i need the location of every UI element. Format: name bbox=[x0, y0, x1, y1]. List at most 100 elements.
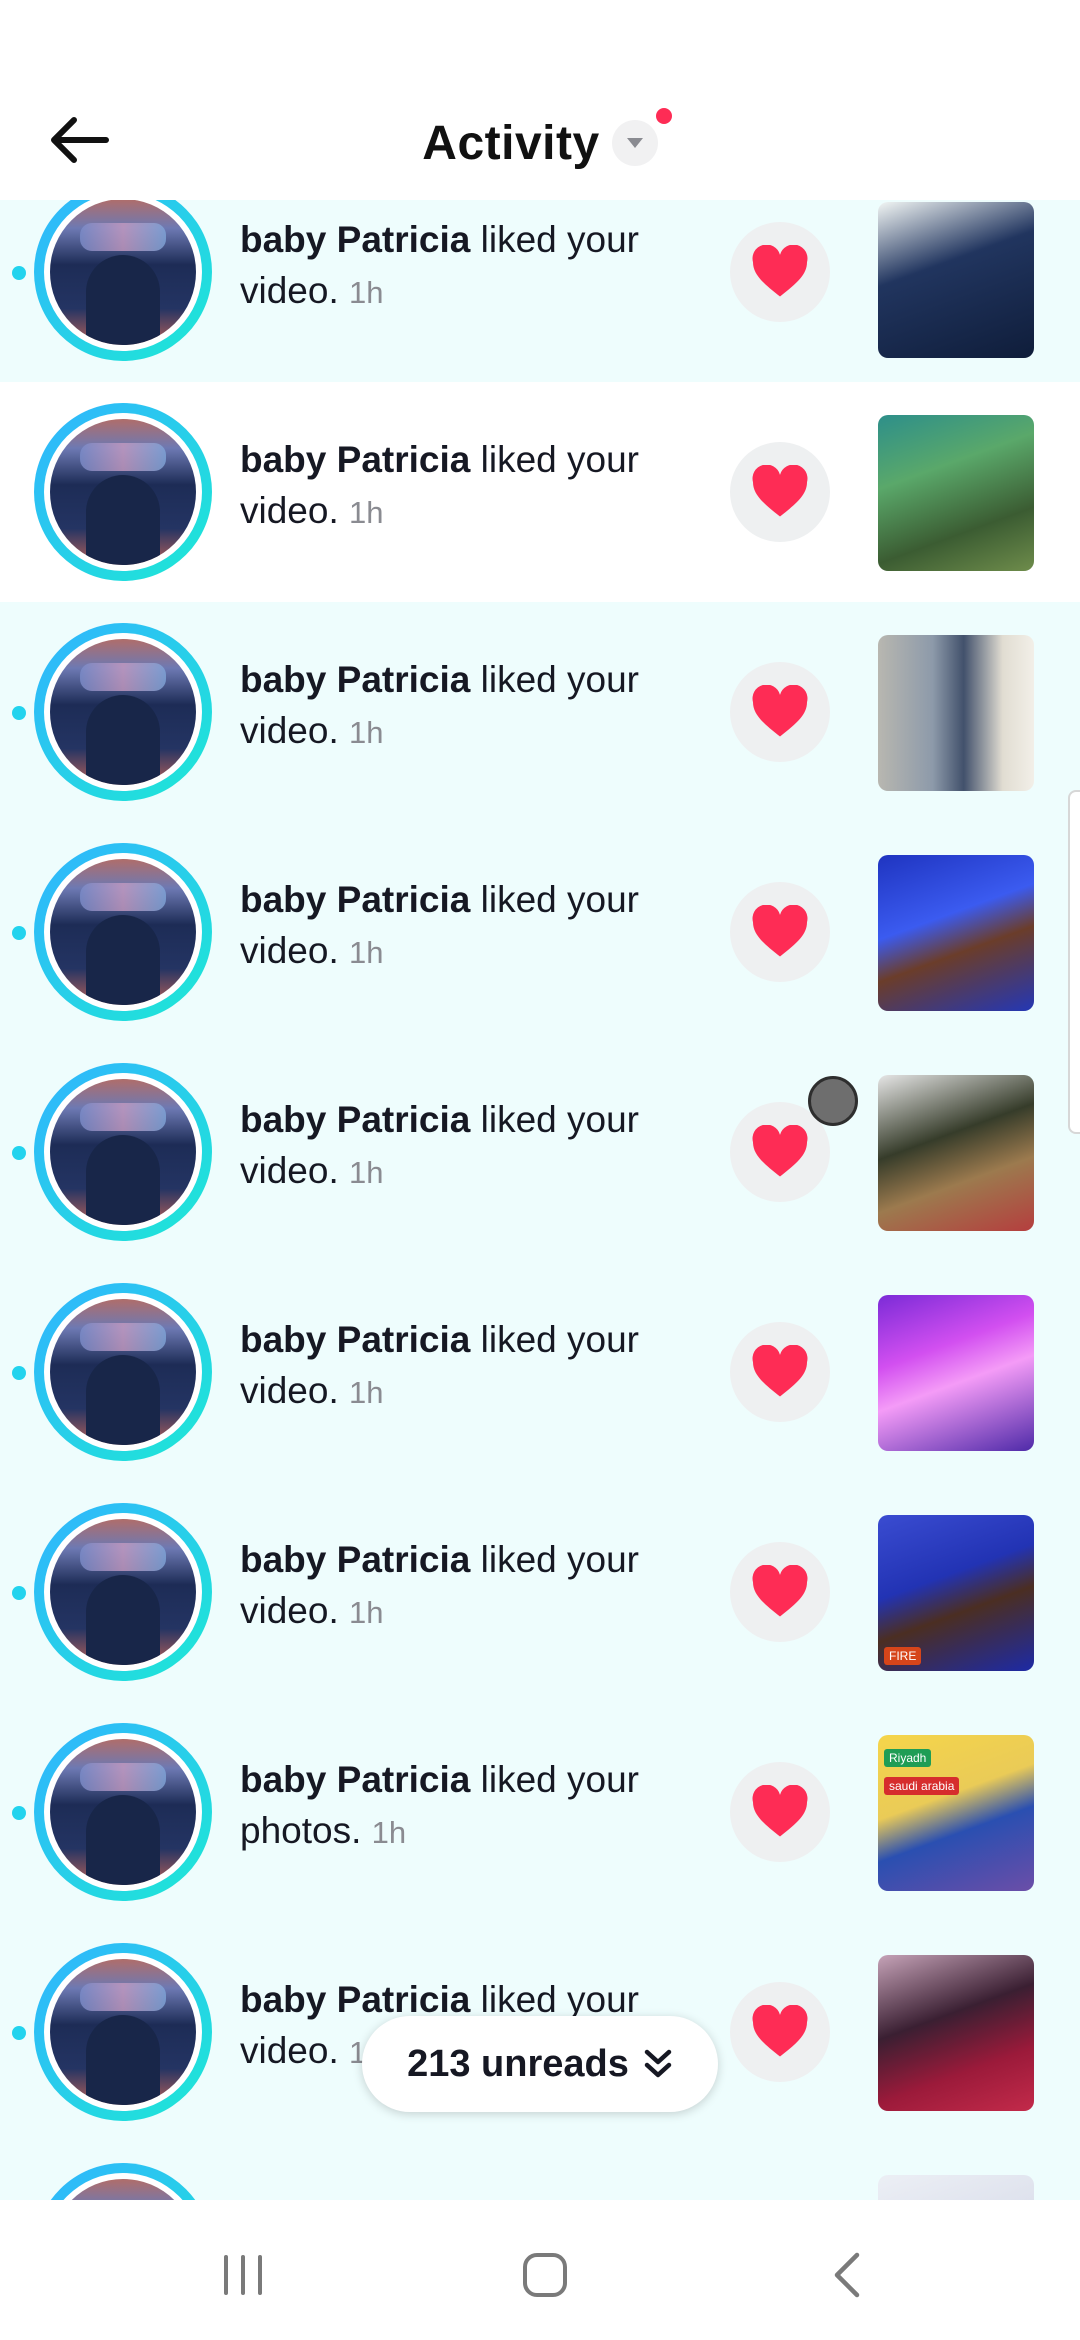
photo-thumbnail[interactable]: Riyadh saudi arabia bbox=[878, 1735, 1034, 1891]
username[interactable]: baby Patricia bbox=[240, 1759, 470, 1800]
list-item[interactable]: baby Patricia liked your video. 1h FIRE bbox=[0, 1482, 1080, 1702]
timestamp: 1h bbox=[349, 1595, 384, 1630]
video-thumbnail[interactable] bbox=[878, 202, 1034, 358]
notification-text: baby Patricia liked your video. 1h bbox=[240, 654, 680, 758]
avatar[interactable] bbox=[34, 1723, 212, 1901]
object-text: video. bbox=[240, 1150, 339, 1191]
avatar[interactable] bbox=[34, 1283, 212, 1461]
video-thumbnail[interactable] bbox=[878, 1295, 1034, 1451]
action-text: liked your bbox=[480, 1979, 639, 2020]
unreads-jump-button[interactable]: 213 unreads bbox=[362, 2016, 718, 2112]
username[interactable]: baby Patricia bbox=[240, 879, 470, 920]
action-text: liked your bbox=[480, 219, 639, 260]
touch-indicator bbox=[808, 1076, 858, 1126]
timestamp: 1h bbox=[349, 275, 384, 310]
list-item[interactable]: baby Patricia liked your photos. 1h Riya… bbox=[0, 1702, 1080, 1922]
object-text: photos. bbox=[240, 1810, 362, 1851]
timestamp: 1h bbox=[349, 1375, 384, 1410]
home-button[interactable] bbox=[500, 2245, 590, 2305]
like-back-button[interactable] bbox=[730, 882, 830, 982]
video-thumbnail[interactable] bbox=[878, 1075, 1034, 1231]
unread-indicator bbox=[12, 926, 26, 940]
like-back-button[interactable] bbox=[730, 662, 830, 762]
activity-filter-dropdown[interactable] bbox=[611, 108, 672, 166]
home-icon bbox=[523, 2253, 567, 2297]
avatar[interactable] bbox=[34, 843, 212, 1021]
avatar[interactable] bbox=[34, 403, 212, 581]
notification-text: baby Patricia liked your video. 1h bbox=[240, 874, 680, 978]
object-text: video. bbox=[240, 1590, 339, 1631]
notification-text: baby Patricia liked your video. 1h bbox=[240, 214, 680, 318]
action-text: liked your bbox=[480, 1539, 639, 1580]
avatar[interactable] bbox=[34, 1943, 212, 2121]
avatar[interactable] bbox=[34, 623, 212, 801]
timestamp: 1h bbox=[349, 1155, 384, 1190]
thumbnail-caption: FIRE bbox=[884, 1647, 922, 1665]
username[interactable]: baby Patricia bbox=[240, 1319, 470, 1360]
page-title[interactable]: Activity bbox=[422, 116, 599, 171]
notification-text: baby Patricia liked your video. 1h bbox=[240, 434, 680, 538]
timestamp: 1h bbox=[371, 1815, 407, 1850]
avatar[interactable] bbox=[34, 1503, 212, 1681]
action-text: liked your bbox=[480, 439, 639, 480]
avatar[interactable] bbox=[34, 200, 212, 361]
list-item[interactable]: baby Patricia liked your video. 1h bbox=[0, 1042, 1080, 1262]
heart-icon bbox=[752, 1565, 808, 1617]
list-item[interactable] bbox=[0, 2142, 1080, 2200]
username[interactable]: baby Patricia bbox=[240, 1539, 470, 1580]
unread-indicator bbox=[12, 2026, 26, 2040]
username[interactable]: baby Patricia bbox=[240, 659, 470, 700]
list-item[interactable]: baby Patricia liked your video. 1h bbox=[0, 382, 1080, 602]
like-back-button[interactable] bbox=[730, 1762, 830, 1862]
like-back-button[interactable] bbox=[730, 1982, 830, 2082]
notification-dot bbox=[655, 108, 672, 124]
action-text: liked your bbox=[480, 1319, 639, 1360]
notification-text: baby Patricia liked your video. 1h bbox=[240, 1094, 680, 1198]
list-item[interactable]: baby Patricia liked your video. 1h bbox=[0, 1262, 1080, 1482]
list-item[interactable]: baby Patricia liked your video. 1h bbox=[0, 822, 1080, 1042]
avatar[interactable] bbox=[34, 1063, 212, 1241]
avatar[interactable] bbox=[34, 2163, 212, 2200]
video-thumbnail[interactable] bbox=[878, 855, 1034, 1011]
like-back-button[interactable] bbox=[730, 1542, 830, 1642]
heart-icon bbox=[752, 245, 808, 297]
double-chevron-down-icon bbox=[643, 2047, 673, 2081]
system-back-button[interactable] bbox=[802, 2245, 892, 2305]
object-text: video. bbox=[240, 490, 339, 531]
notification-text: baby Patricia liked your video. 1h bbox=[240, 1534, 680, 1638]
list-item[interactable]: baby Patricia liked your video. 1h bbox=[0, 200, 1080, 382]
heart-icon bbox=[752, 1345, 808, 1397]
username[interactable]: baby Patricia bbox=[240, 439, 470, 480]
activity-list[interactable]: baby Patricia liked your video. 1h baby … bbox=[0, 200, 1080, 2200]
heart-icon bbox=[752, 2005, 808, 2057]
unread-indicator bbox=[12, 1366, 26, 1380]
video-thumbnail[interactable] bbox=[878, 1955, 1034, 2111]
video-thumbnail[interactable]: FIRE bbox=[878, 1515, 1034, 1671]
video-thumbnail[interactable] bbox=[878, 415, 1034, 571]
video-thumbnail[interactable] bbox=[878, 635, 1034, 791]
username[interactable]: baby Patricia bbox=[240, 219, 470, 260]
like-back-button[interactable] bbox=[730, 222, 830, 322]
recent-apps-button[interactable] bbox=[198, 2245, 288, 2305]
action-text: liked your bbox=[480, 1759, 639, 1800]
heart-icon bbox=[752, 1125, 808, 1177]
like-back-button[interactable] bbox=[730, 1322, 830, 1422]
heart-icon bbox=[752, 685, 808, 737]
recent-apps-icon bbox=[224, 2255, 262, 2295]
scrollbar[interactable] bbox=[1068, 790, 1080, 1134]
username[interactable]: baby Patricia bbox=[240, 1099, 470, 1140]
like-back-button[interactable] bbox=[730, 442, 830, 542]
heart-icon bbox=[752, 465, 808, 517]
thumbnail-caption: Riyadh bbox=[884, 1749, 932, 1767]
timestamp: 1h bbox=[349, 715, 384, 750]
object-text: video. bbox=[240, 1370, 339, 1411]
header: Activity bbox=[0, 0, 1080, 200]
unread-indicator bbox=[12, 266, 26, 280]
object-text: video. bbox=[240, 930, 339, 971]
object-text: video. bbox=[240, 270, 339, 311]
unread-indicator bbox=[12, 1806, 26, 1820]
list-item[interactable]: baby Patricia liked your video. 1h bbox=[0, 602, 1080, 822]
video-thumbnail[interactable] bbox=[878, 2175, 1034, 2200]
action-text: liked your bbox=[480, 659, 639, 700]
username[interactable]: baby Patricia bbox=[240, 1979, 470, 2020]
